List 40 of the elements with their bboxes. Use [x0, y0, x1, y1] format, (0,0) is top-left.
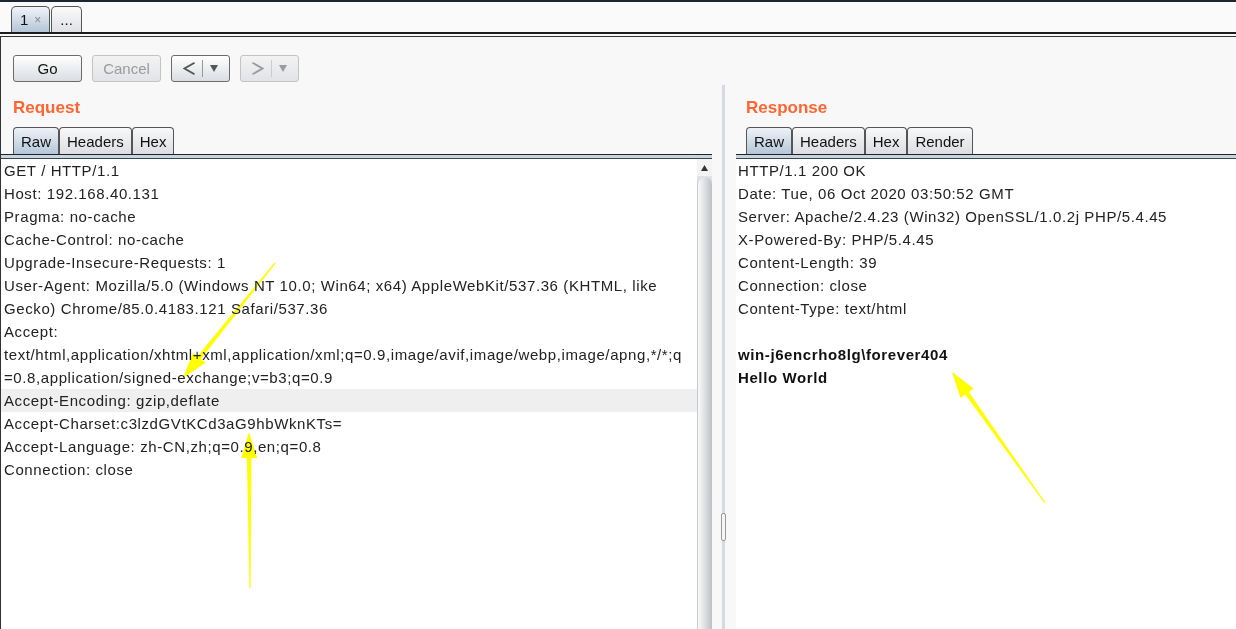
back-button[interactable]	[171, 55, 230, 82]
editor-tab[interactable]: 1 ×	[11, 6, 51, 32]
response-line: Content-Type: text/html	[737, 299, 908, 319]
caret-up-icon	[701, 164, 708, 171]
request-line: Accept-Charset:c3lzdGVtKCd3aG9hbWknKTs=	[3, 414, 344, 434]
view-tab[interactable]: Raw	[13, 127, 59, 154]
view-tab[interactable]: Render	[907, 127, 973, 154]
request-line: Pragma: no-cache	[3, 207, 138, 227]
view-tab[interactable]: Hex	[864, 127, 908, 154]
view-tab[interactable]: Headers	[59, 127, 132, 154]
request-editor[interactable]	[1, 159, 697, 629]
scroll-up-button[interactable]	[697, 159, 712, 176]
view-tab[interactable]: Raw	[746, 127, 792, 154]
request-line: Cache-Control: no-cache	[3, 230, 186, 250]
request-line: Accept:	[3, 322, 60, 342]
response-line: Server: Apache/2.4.23 (Win32) OpenSSL/1.0.2j PHP/5.4.45	[737, 207, 1169, 227]
chevron-left-icon	[183, 62, 195, 75]
chevron-right-icon	[252, 62, 264, 75]
request-line: Upgrade-Insecure-Requests: 1	[3, 253, 227, 273]
response-line: X-Powered-By: PHP/5.4.45	[737, 230, 936, 250]
request-line: Connection: close	[3, 460, 135, 480]
view-tab[interactable]: Headers	[792, 127, 865, 154]
response-body-line: Hello World	[737, 368, 829, 388]
caret-down-icon	[279, 65, 287, 72]
request-line: User-Agent: Mozilla/5.0 (Windows NT 10.0; Win64; x64) AppleWebKit/537.36 (KHTML, like	[3, 276, 659, 296]
response-line: Content-Length: 39	[737, 253, 879, 273]
go-button[interactable]: Go	[13, 55, 82, 82]
response-body-line: win-j6encrho8lg\forever404	[737, 345, 949, 365]
request-line: GET / HTTP/1.1	[3, 161, 121, 181]
view-tab[interactable]: Hex	[131, 127, 175, 154]
response-line: Connection: close	[737, 276, 869, 296]
request-line: Host: 192.168.40.131	[3, 184, 161, 204]
caret-down-icon	[210, 65, 218, 72]
response-line: HTTP/1.1 200 OK	[737, 161, 868, 181]
request-line: =0.8,application/signed-exchange;v=b3;q=0.9	[3, 368, 334, 388]
panel-title: Request	[12, 97, 82, 119]
response-line: Date: Tue, 06 Oct 2020 03:50:52 GMT	[737, 184, 1016, 204]
panel-title: Response	[745, 97, 829, 119]
editor-tab[interactable]: ...	[51, 6, 82, 32]
grip-icon	[721, 513, 726, 541]
